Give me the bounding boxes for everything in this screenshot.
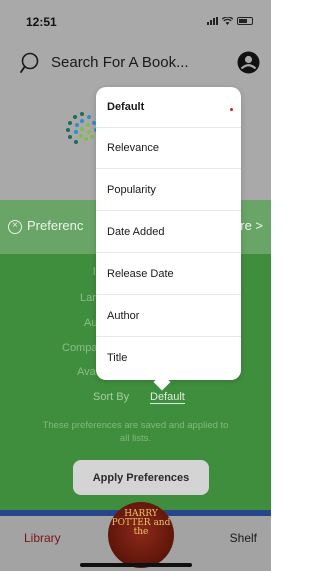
sort-by-dropdown[interactable]: Default — [150, 391, 185, 404]
search-bar[interactable]: Search For A Book... — [20, 48, 260, 78]
pref-label: Lar — [80, 292, 96, 304]
search-icon — [20, 52, 39, 73]
wifi-icon — [222, 17, 233, 25]
pref-label: Compa — [62, 342, 98, 354]
sort-option-popularity[interactable]: Popularity — [96, 170, 241, 211]
sort-option-date-added[interactable]: Date Added — [96, 212, 241, 253]
sort-option-label: Author — [107, 310, 140, 322]
battery-icon — [237, 17, 253, 25]
selected-indicator — [230, 108, 233, 111]
apply-preferences-button[interactable]: Apply Preferences — [73, 460, 209, 495]
signal-icon — [207, 17, 218, 25]
preferences-note: These preferences are saved and applied … — [42, 420, 229, 444]
sort-option-release-date[interactable]: Release Date — [96, 254, 241, 295]
tab-library[interactable]: Library — [24, 531, 61, 545]
sort-option-relevance[interactable]: Relevance — [96, 128, 241, 169]
sort-option-label: Date Added — [107, 226, 165, 238]
status-bar: 12:51 — [0, 0, 271, 44]
sort-option-label: Release Date — [107, 268, 174, 280]
current-book-cover[interactable]: HARRY POTTER and the — [108, 502, 174, 568]
pref-label: Ava — [77, 366, 96, 378]
sort-option-label: Popularity — [107, 184, 156, 196]
home-indicator — [80, 563, 192, 567]
tab-shelf[interactable]: Shelf — [230, 531, 257, 545]
sort-option-label: Relevance — [107, 142, 159, 154]
sort-option-label: Title — [107, 352, 128, 364]
book-cover-title: HARRY POTTER and the — [111, 509, 171, 537]
more-filters-link[interactable]: re > — [240, 218, 263, 233]
app-screen: 12:51 Search For A Book... × Preferenc r… — [0, 0, 271, 571]
profile-icon[interactable] — [237, 51, 260, 74]
sort-option-author[interactable]: Author — [96, 296, 241, 337]
sort-option-default[interactable]: Default — [96, 87, 241, 128]
sort-menu: Default Relevance Popularity Date Added … — [96, 87, 241, 391]
sort-by-label: Sort By — [93, 391, 130, 403]
preferences-title: Preferenc — [27, 218, 84, 233]
search-input[interactable]: Search For A Book... — [51, 54, 189, 71]
sort-option-label: Default — [107, 101, 145, 113]
status-icons — [207, 17, 253, 25]
sort-option-title[interactable]: Title — [96, 338, 241, 379]
status-time: 12:51 — [26, 15, 57, 29]
close-icon[interactable]: × — [8, 220, 22, 234]
